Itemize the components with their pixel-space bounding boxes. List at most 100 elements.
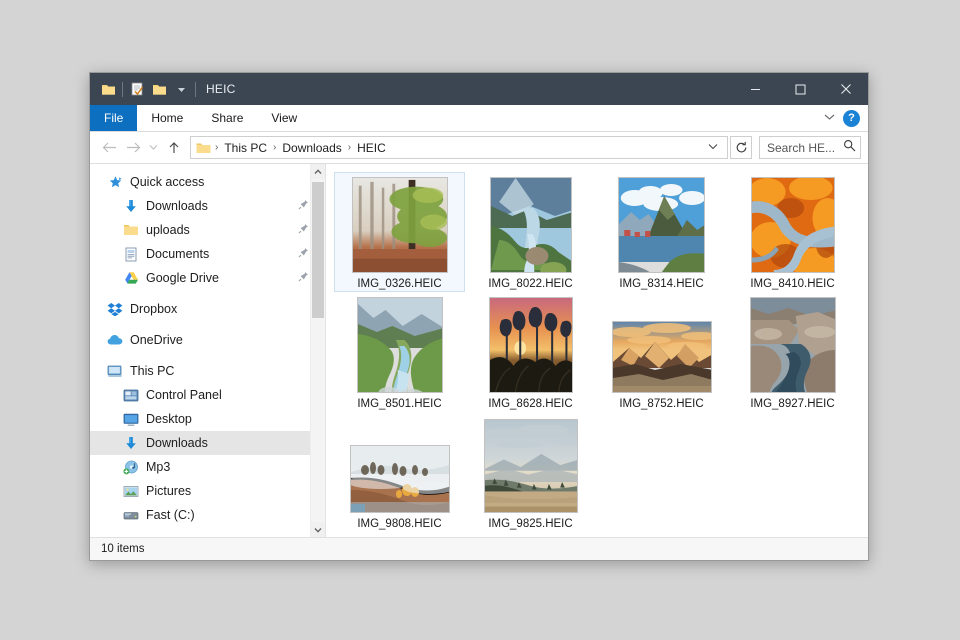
sidebar-item-label: Downloads [146,199,208,213]
tab-share[interactable]: Share [197,105,257,131]
properties-icon[interactable] [126,78,148,100]
sidebar-item-this-pc[interactable]: This PC [90,359,325,383]
breadcrumb-item-heic[interactable]: HEIC [352,139,391,157]
file-thumbnail[interactable] [357,297,443,393]
breadcrumb[interactable]: › This PC › Downloads › HEIC [190,136,728,159]
sidebar-item-mp3[interactable]: Mp3 [90,455,325,479]
back-button[interactable] [97,136,121,160]
file-thumbnail[interactable] [618,177,705,273]
sidebar-item-documents[interactable]: Documents [90,242,325,266]
breadcrumb-item-downloads[interactable]: Downloads [277,139,346,157]
file-name-label: IMG_8314.HEIC [619,277,703,291]
search-box[interactable]: Search HE... [759,136,861,159]
sidebar-item-label: Fast (C:) [146,508,195,522]
file-thumbnail[interactable] [352,177,448,273]
sidebar-item-desktop[interactable]: Desktop [90,407,325,431]
file-thumbnail[interactable] [489,297,573,393]
navigation-scrollbar[interactable] [310,164,325,537]
sidebar-item-label: Desktop [146,412,192,426]
tab-home[interactable]: Home [137,105,197,131]
sidebar-item-uploads[interactable]: uploads [90,218,325,242]
sidebar-item-label: Pictures [146,484,191,498]
sidebar-item-label: Google Drive [146,271,219,285]
sidebar-item-label: Quick access [130,175,204,189]
file-tile[interactable]: IMG_8022.HEIC [465,172,596,292]
file-thumbnail[interactable] [490,177,572,273]
pin-icon[interactable] [298,199,309,213]
star-icon [106,174,124,190]
breadcrumb-item-this-pc[interactable]: This PC [219,139,272,157]
pictures-icon [122,483,140,499]
file-tile[interactable]: IMG_9808.HEIC [334,412,465,532]
file-thumbnail[interactable] [350,445,450,513]
breadcrumb-folder-icon[interactable] [195,141,212,155]
file-tile[interactable]: IMG_8752.HEIC [596,292,727,412]
close-button[interactable] [823,73,868,105]
sidebar-item-downloads[interactable]: Downloads [90,194,325,218]
up-button[interactable] [162,136,186,160]
file-tile[interactable]: IMG_8628.HEIC [465,292,596,412]
file-thumbnail[interactable] [484,419,578,513]
qat-separator [122,82,123,97]
file-tile[interactable]: IMG_8501.HEIC [334,292,465,412]
help-icon[interactable]: ? [843,110,860,127]
file-tile[interactable]: IMG_0326.HEIC [334,172,465,292]
file-thumbnail[interactable] [612,321,712,393]
sidebar-item-downloads[interactable]: Downloads [90,431,325,455]
file-explorer-window: HEIC File Home Share View ? [89,72,869,561]
file-name-label: IMG_0326.HEIC [357,277,441,291]
chevron-down-icon[interactable] [820,112,839,124]
download-icon [122,198,140,214]
forward-button[interactable] [121,136,145,160]
sidebar-item-control-panel[interactable]: Control Panel [90,383,325,407]
recent-locations-button[interactable] [145,136,162,160]
tab-view[interactable]: View [257,105,311,131]
sidebar-item-onedrive[interactable]: OneDrive [90,328,325,352]
sidebar-item-label: Mp3 [146,460,170,474]
sidebar-item-fast-c[interactable]: Fast (C:) [90,503,325,527]
sidebar-item-label: Downloads [146,436,208,450]
sidebar-item-google-drive[interactable]: Google Drive [90,266,325,290]
qat-dropdown-icon[interactable] [170,78,192,100]
file-list-pane[interactable]: IMG_0326.HEIC IMG_8022.HEIC IMG_8314.HEI… [326,164,868,537]
new-folder-icon[interactable] [148,78,170,100]
sidebar-item-pictures[interactable]: Pictures [90,479,325,503]
sidebar-group-gap [90,352,325,359]
tab-file[interactable]: File [90,105,137,131]
sidebar-item-label: This PC [130,364,174,378]
search-icon[interactable] [843,139,856,157]
file-thumbnail[interactable] [750,297,836,393]
file-tile[interactable]: IMG_8314.HEIC [596,172,727,292]
maximize-button[interactable] [778,73,823,105]
pin-icon[interactable] [298,247,309,261]
file-tile[interactable]: IMG_9825.HEIC [465,412,596,532]
scroll-up-button[interactable] [311,164,325,179]
pin-icon[interactable] [298,271,309,285]
file-name-label: IMG_8501.HEIC [357,397,441,411]
sidebar-item-label: OneDrive [130,333,183,347]
folder-icon[interactable] [97,78,119,100]
window-controls[interactable] [733,73,868,105]
music-folder-icon [122,459,140,475]
sidebar-item-dropbox[interactable]: Dropbox [90,297,325,321]
sidebar-group-gap [90,321,325,328]
search-input[interactable]: Search HE... [767,141,843,155]
sidebar-group-gap [90,290,325,297]
address-bar: › This PC › Downloads › HEIC Search HE..… [90,132,868,163]
desktop-icon [122,411,140,427]
file-thumbnail[interactable] [751,177,835,273]
file-tile[interactable]: IMG_8927.HEIC [727,292,858,412]
pin-icon[interactable] [298,223,309,237]
quick-access-toolbar[interactable] [90,78,199,100]
file-tile[interactable]: IMG_8410.HEIC [727,172,858,292]
title-bar[interactable]: HEIC [90,73,868,105]
sidebar-item-label: uploads [146,223,190,237]
scroll-down-button[interactable] [311,522,325,537]
minimize-button[interactable] [733,73,778,105]
refresh-button[interactable] [730,136,752,159]
scrollbar-thumb[interactable] [312,182,324,318]
sidebar-item-quick-access[interactable]: Quick access [90,170,325,194]
navigation-list: Quick access Downloads uploads Documents Goo… [90,170,325,527]
address-dropdown-icon[interactable] [701,142,725,153]
ribbon-tab-bar[interactable]: File Home Share View ? [90,105,868,132]
